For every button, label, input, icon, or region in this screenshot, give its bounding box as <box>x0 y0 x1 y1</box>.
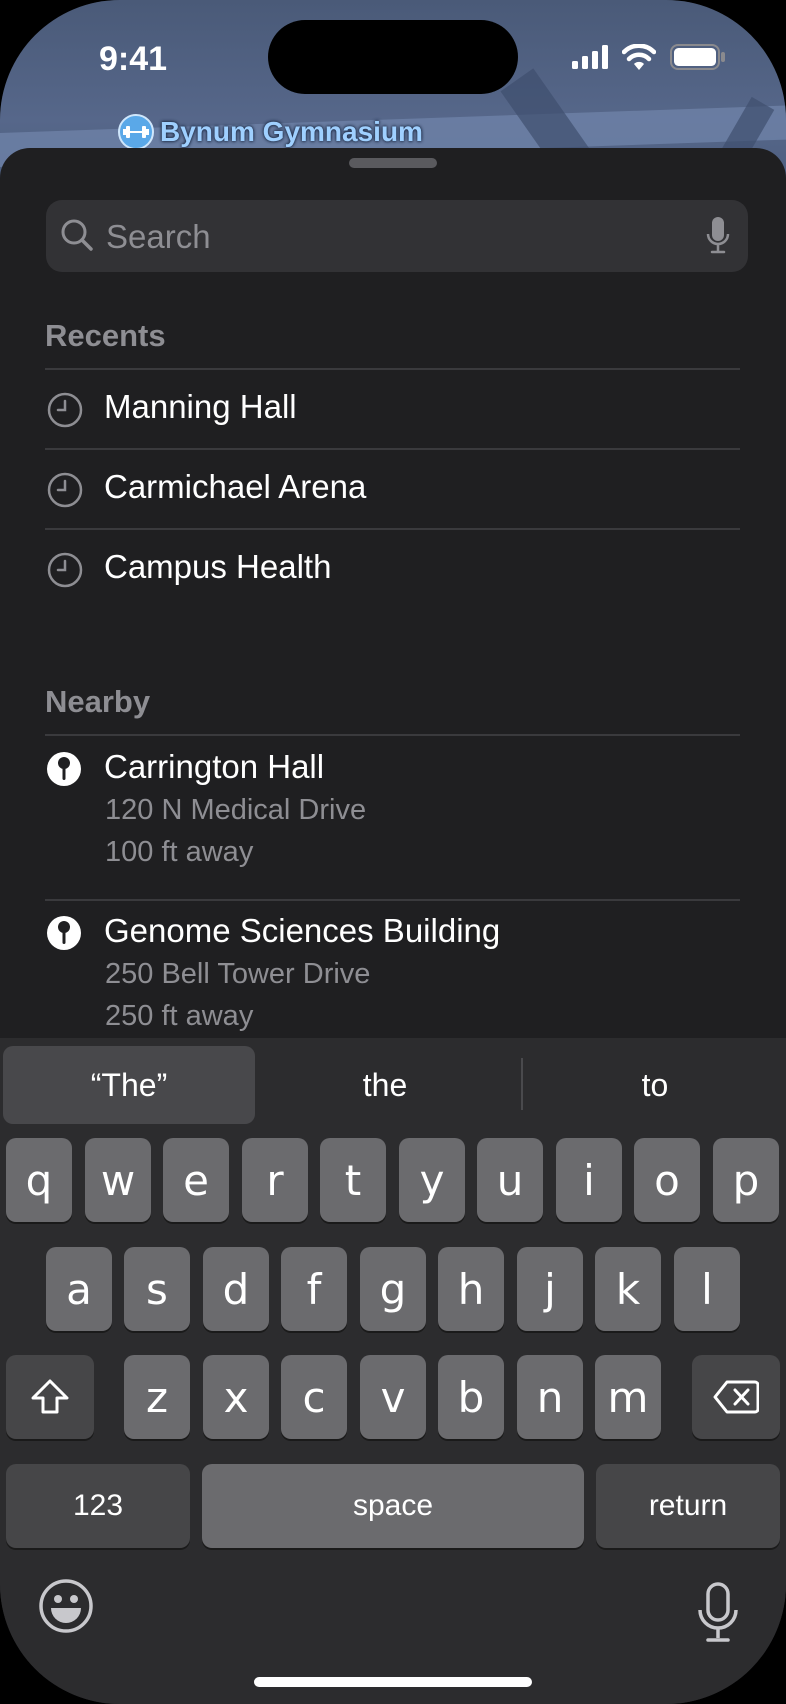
dictation-microphone-icon[interactable] <box>696 1582 740 1644</box>
nearby-item-distance: 250 ft away <box>105 1000 254 1032</box>
key-w[interactable]: w <box>85 1138 151 1222</box>
recent-item[interactable]: Manning Hall <box>45 370 740 450</box>
recent-item-label: Carmichael Arena <box>104 468 367 505</box>
key-p[interactable]: p <box>713 1138 779 1222</box>
key-n[interactable]: n <box>517 1355 583 1439</box>
key-f[interactable]: f <box>281 1247 347 1331</box>
emoji-icon[interactable] <box>38 1578 94 1634</box>
dumbbell-icon <box>118 114 154 150</box>
recent-item-label: Manning Hall <box>104 388 297 425</box>
suggestion[interactable]: the <box>265 1046 505 1124</box>
clock-icon <box>47 472 83 508</box>
key-t[interactable]: t <box>320 1138 386 1222</box>
search-input[interactable]: Search <box>106 218 211 256</box>
key-u[interactable]: u <box>477 1138 543 1222</box>
key-j[interactable]: j <box>517 1247 583 1331</box>
sheet-grabber[interactable] <box>349 158 437 168</box>
recent-item-label: Campus Health <box>104 548 332 585</box>
key-e[interactable]: e <box>163 1138 229 1222</box>
key-m[interactable]: m <box>595 1355 661 1439</box>
recents-header: Recents <box>45 318 166 353</box>
status-icons <box>572 44 726 70</box>
shift-icon <box>31 1379 69 1414</box>
suggestion-divider <box>521 1058 523 1110</box>
suggestion-quoted[interactable]: “The” <box>3 1046 255 1124</box>
key-d[interactable]: d <box>203 1247 269 1331</box>
key-h[interactable]: h <box>438 1247 504 1331</box>
phone-screen: Bynum Gymnasium 9:41 Search Recents Mann… <box>0 0 786 1704</box>
nearby-item[interactable]: Carrington Hall 120 N Medical Drive 100 … <box>45 736 740 898</box>
home-indicator[interactable] <box>254 1677 532 1687</box>
key-x[interactable]: x <box>203 1355 269 1439</box>
return-key[interactable]: return <box>596 1464 780 1548</box>
cellular-signal-icon <box>572 45 608 69</box>
search-icon <box>61 219 93 251</box>
key-v[interactable]: v <box>360 1355 426 1439</box>
nearby-header: Nearby <box>45 684 151 719</box>
nearby-item-name: Genome Sciences Building <box>104 912 501 949</box>
key-y[interactable]: y <box>399 1138 465 1222</box>
key-q[interactable]: q <box>6 1138 72 1222</box>
delete-key[interactable] <box>692 1355 780 1439</box>
map-poi-label: Bynum Gymnasium <box>160 116 423 147</box>
wifi-icon <box>622 44 656 70</box>
nearby-item-distance: 100 ft away <box>105 836 254 868</box>
numbers-key[interactable]: 123 <box>6 1464 190 1548</box>
battery-icon <box>670 44 725 70</box>
key-i[interactable]: i <box>556 1138 622 1222</box>
nearby-item[interactable]: Genome Sciences Building 250 Bell Tower … <box>45 900 740 1040</box>
search-field[interactable]: Search <box>46 200 748 272</box>
clock-icon <box>47 392 83 428</box>
backspace-icon <box>713 1380 759 1414</box>
key-b[interactable]: b <box>438 1355 504 1439</box>
key-l[interactable]: l <box>674 1247 740 1331</box>
suggestion[interactable]: to <box>535 1046 775 1124</box>
shift-key[interactable] <box>6 1355 94 1439</box>
nearby-item-address: 250 Bell Tower Drive <box>105 958 371 990</box>
microphone-icon[interactable] <box>706 216 730 256</box>
dynamic-island <box>268 20 518 94</box>
nearby-item-name: Carrington Hall <box>104 748 325 785</box>
map-pin-icon <box>47 916 81 950</box>
key-g[interactable]: g <box>360 1247 426 1331</box>
key-s[interactable]: s <box>124 1247 190 1331</box>
space-key[interactable]: space <box>202 1464 584 1548</box>
map-pin-icon <box>47 752 81 786</box>
status-time: 9:41 <box>99 40 168 78</box>
recent-item[interactable]: Carmichael Arena <box>45 450 740 530</box>
recent-item[interactable]: Campus Health <box>45 530 740 610</box>
map-poi-bynum-gymnasium[interactable]: Bynum Gymnasium <box>118 114 423 150</box>
clock-icon <box>47 552 83 588</box>
key-k[interactable]: k <box>595 1247 661 1331</box>
status-bar: 9:41 <box>0 0 786 110</box>
key-r[interactable]: r <box>242 1138 308 1222</box>
keyboard: “The” the to q w e r t y u i o p a s d f… <box>0 1038 786 1704</box>
key-c[interactable]: c <box>281 1355 347 1439</box>
key-z[interactable]: z <box>124 1355 190 1439</box>
nearby-item-address: 120 N Medical Drive <box>105 794 367 826</box>
key-a[interactable]: a <box>46 1247 112 1331</box>
key-o[interactable]: o <box>634 1138 700 1222</box>
